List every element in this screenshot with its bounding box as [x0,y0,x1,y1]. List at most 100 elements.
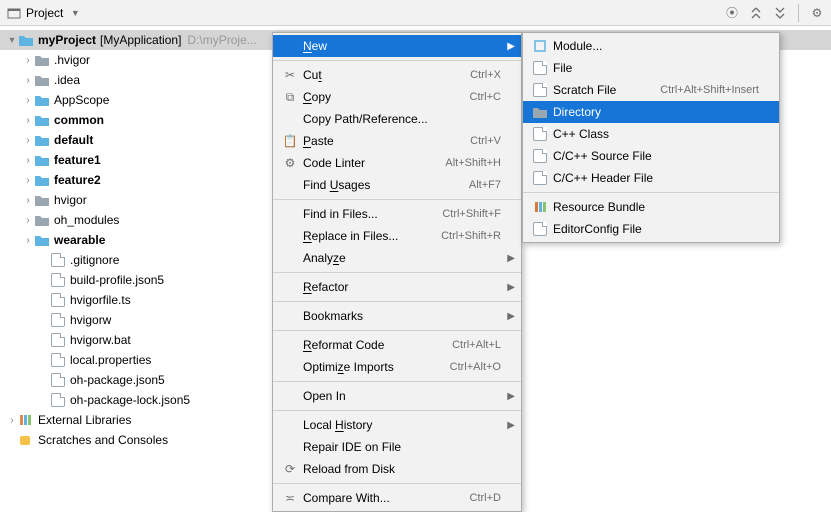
menu-separator [273,60,521,61]
menu-separator [273,199,521,200]
project-label[interactable]: Project [26,6,63,20]
tree-label: oh_modules [54,213,119,227]
menu-shortcut: Ctrl+Alt+Shift+Insert [660,84,759,96]
menu-item[interactable]: C/C++ Source File [523,145,779,167]
new-submenu: Module...File Scratch File Ctrl+Alt+Shift+… [522,32,780,243]
chevron-right-icon[interactable]: › [22,215,34,226]
chevron-right-icon[interactable]: › [22,95,34,106]
menu-item[interactable]: ⧉CopyCtrl+C [273,86,521,108]
menu-item[interactable]: ≍Compare With...Ctrl+D [273,487,521,509]
menu-item-label: Scratch File [551,83,640,97]
menu-item-label: Copy [301,90,450,104]
project-icon [18,32,34,48]
menu-item[interactable]: Bookmarks▶ [273,305,521,327]
menu-item-label: Copy Path/Reference... [301,112,501,126]
menu-item[interactable]: Find in Files...Ctrl+Shift+F [273,203,521,225]
menu-item-label: Local History [301,418,501,432]
chevron-right-icon[interactable]: › [22,135,34,146]
menu-item-label: C++ Class [551,127,759,141]
menu-item[interactable]: C++ Class [523,123,779,145]
menu-item-label: Compare With... [301,491,450,505]
file-icon [50,252,66,268]
menu-item[interactable]: Open In▶ [273,385,521,407]
tree-label: hvigor [54,193,87,207]
menu-item[interactable]: ⟳Reload from Disk [273,458,521,480]
menu-item-label: Reload from Disk [301,462,501,476]
chevron-right-icon[interactable]: › [22,175,34,186]
chevron-right-icon[interactable]: › [22,55,34,66]
tree-label: feature1 [54,153,101,167]
menu-item[interactable]: Refactor▶ [273,276,521,298]
chevron-right-icon[interactable]: › [22,195,34,206]
menu-item[interactable]: ⚙Code LinterAlt+Shift+H [273,152,521,174]
menu-item-icon: ≍ [279,491,301,505]
chevron-right-icon[interactable]: › [22,155,34,166]
menu-item[interactable]: New▶ [273,35,521,57]
select-opened-file-icon[interactable]: ⦿ [724,5,740,21]
menu-separator [273,483,521,484]
menu-item[interactable]: 📋PasteCtrl+V [273,130,521,152]
menu-item[interactable]: Resource Bundle [523,196,779,218]
chevron-down-icon[interactable]: ▾ [6,35,18,46]
menu-item[interactable]: File [523,57,779,79]
menu-item-icon: ✂ [279,68,301,82]
menu-item-label: Analyze [301,251,501,265]
menu-item[interactable]: EditorConfig File [523,218,779,240]
submenu-arrow-icon: ▶ [507,282,515,293]
file-icon [50,332,66,348]
menu-item[interactable]: Reformat CodeCtrl+Alt+L [273,334,521,356]
menu-item-icon: ⟳ [279,462,301,476]
file-icon [50,292,66,308]
menu-item[interactable]: Replace in Files...Ctrl+Shift+R [273,225,521,247]
menu-shortcut: Ctrl+Alt+L [452,339,501,351]
menu-item-label: Paste [301,134,450,148]
tree-label: wearable [54,233,105,247]
chevron-right-icon[interactable]: › [22,115,34,126]
menu-item[interactable]: Analyze ▶ [273,247,521,269]
menu-item[interactable]: Optimize ImportsCtrl+Alt+O [273,356,521,378]
menu-item[interactable]: Find UsagesAlt+F7 [273,174,521,196]
tree-label: default [54,133,93,147]
gear-icon[interactable]: ⚙ [809,5,825,21]
tree-label: .gitignore [70,253,119,267]
tree-label: hvigorfile.ts [70,293,131,307]
tree-label: oh-package.json5 [70,373,165,387]
menu-item[interactable]: Repair IDE on File [273,436,521,458]
project-view-icon[interactable] [6,5,22,21]
submenu-arrow-icon: ▶ [507,253,515,264]
menu-item-label: Replace in Files... [301,229,421,243]
file-icon [50,312,66,328]
menu-item[interactable]: Local History▶ [273,414,521,436]
chevron-down-icon[interactable]: ▼ [67,5,83,21]
menu-item-label: Directory [551,105,759,119]
submenu-arrow-icon: ▶ [507,391,515,402]
tree-label: Scratches and Consoles [38,433,168,447]
file-icon [50,352,66,368]
source-folder-icon [34,152,50,168]
collapse-all-icon[interactable] [772,5,788,21]
menu-item[interactable]: ✂CutCtrl+X [273,64,521,86]
chevron-right-icon[interactable]: › [22,75,34,86]
menu-separator [273,272,521,273]
menu-shortcut: Ctrl+V [470,135,501,147]
menu-item-icon [529,149,551,163]
menu-item-icon: ⚙ [279,156,301,170]
tree-label: AppScope [54,93,109,107]
menu-item[interactable]: Copy Path/Reference... [273,108,521,130]
tree-label: External Libraries [38,413,131,427]
menu-item-label: Cut [301,68,450,82]
tree-root-name: myProject [38,33,96,47]
chevron-right-icon[interactable]: › [6,415,18,426]
expand-all-icon[interactable] [748,5,764,21]
menu-item[interactable]: Scratch File Ctrl+Alt+Shift+Insert [523,79,779,101]
chevron-right-icon[interactable]: › [22,235,34,246]
menu-item-icon [529,127,551,141]
menu-shortcut: Ctrl+Alt+O [450,361,501,373]
menu-item[interactable]: Module... [523,35,779,57]
toolbar-separator [798,4,799,22]
menu-item-label: Find in Files... [301,207,422,221]
menu-item-icon [529,200,551,214]
menu-item[interactable]: Directory [523,101,779,123]
folder-icon [34,212,50,228]
menu-item[interactable]: C/C++ Header File [523,167,779,189]
